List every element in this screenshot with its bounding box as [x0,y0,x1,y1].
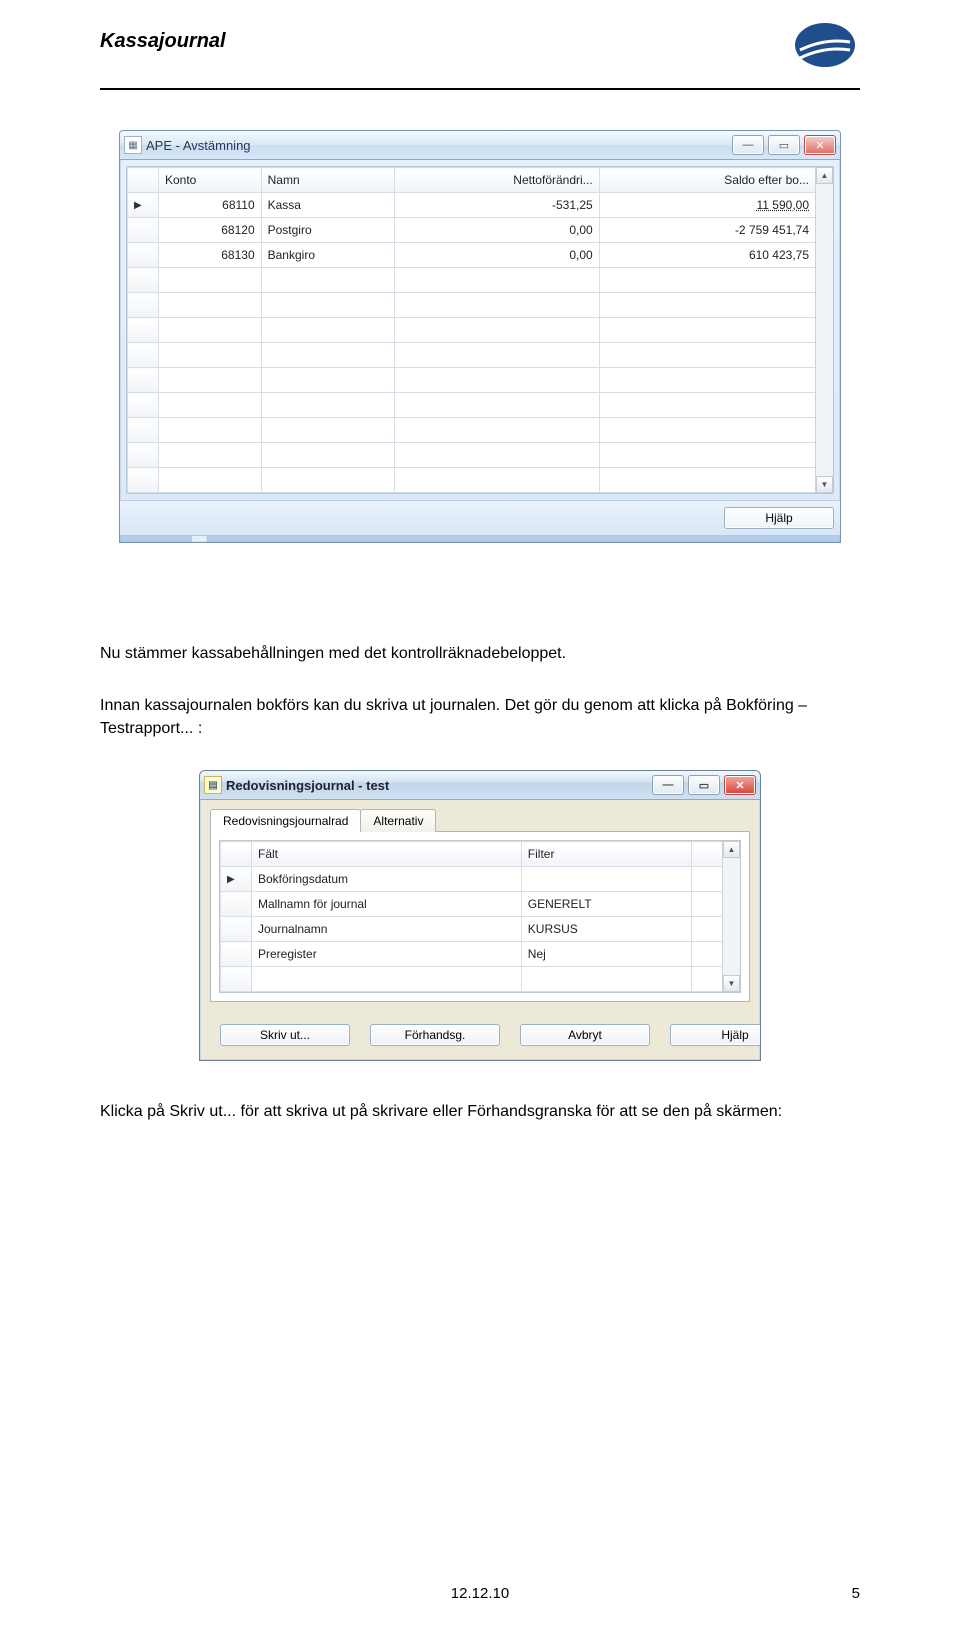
page-header: Kassajournal [100,30,860,90]
maximize-button[interactable]: ▭ [688,775,720,795]
help-button[interactable]: Hjälp [670,1024,761,1046]
col-saldo[interactable]: Saldo efter bo... [599,168,815,193]
col-spacer [692,842,723,867]
cell-saldo[interactable]: -2 759 451,74 [599,218,815,243]
col-netto[interactable]: Nettoförändri... [395,168,599,193]
tab-alternativ[interactable]: Alternativ [360,809,436,832]
page-footer: 12.12.10 5 [100,1585,860,1602]
table-row[interactable]: PreregisterNej [221,942,723,967]
scroll-up[interactable]: ▲ [816,167,833,184]
table-row[interactable]: ▶68110Kassa-531,2511 590,00 [128,193,816,218]
cell-konto[interactable]: 68110 [159,193,262,218]
scroll-down[interactable]: ▼ [816,476,833,493]
grid-icon: ▦ [124,136,142,154]
scroll-down[interactable]: ▼ [723,975,740,992]
table-row[interactable]: 68120Postgiro0,00-2 759 451,74 [128,218,816,243]
footer-pagenum: 5 [852,1585,860,1602]
close-button[interactable]: ✕ [804,135,836,155]
cell-saldo[interactable]: 610 423,75 [599,243,815,268]
rowhead-corner [221,842,252,867]
tab-redovisningsjournalrad[interactable]: Redovisningsjournalrad [210,809,361,832]
filter-table[interactable]: Fält Filter ▶BokföringsdatumMallnamn för… [220,841,723,992]
preview-button[interactable]: Förhandsg. [370,1024,500,1046]
logo-icon [790,20,860,70]
maximize-button[interactable]: ▭ [768,135,800,155]
cell-filter[interactable] [521,867,691,892]
scrollbar[interactable]: ▲ ▼ [815,167,833,493]
col-namn[interactable]: Namn [261,168,395,193]
window-avstamning: ▦ APE - Avstämning — ▭ ✕ Konto Namn Nett… [119,130,841,543]
cell-konto[interactable]: 68130 [159,243,262,268]
col-konto[interactable]: Konto [159,168,262,193]
scroll-up[interactable]: ▲ [723,841,740,858]
window-title: Redovisningsjournal - test [226,778,652,793]
cell-namn[interactable]: Kassa [261,193,395,218]
cell-netto[interactable]: -531,25 [395,193,599,218]
window-redovisningsjournal: ▤ Redovisningsjournal - test — ▭ ✕ Redov… [199,770,761,1061]
table-row[interactable] [128,268,816,293]
cell-konto[interactable]: 68120 [159,218,262,243]
table-row[interactable]: Mallnamn för journalGENERELT [221,892,723,917]
page-title: Kassajournal [100,30,226,53]
titlebar[interactable]: ▤ Redovisningsjournal - test — ▭ ✕ [200,771,760,800]
cell-falt[interactable]: Journalnamn [252,917,522,942]
table-row[interactable]: 68130Bankgiro0,00610 423,75 [128,243,816,268]
row-indicator [221,892,252,917]
col-filter[interactable]: Filter [521,842,691,867]
minimize-button[interactable]: — [732,135,764,155]
cell-namn[interactable]: Postgiro [261,218,395,243]
table-row[interactable] [128,293,816,318]
report-icon: ▤ [204,776,222,794]
paragraph-2: Innan kassajournalen bokförs kan du skri… [100,695,860,740]
statusbar [120,535,840,542]
help-button[interactable]: Hjälp [724,507,834,529]
table-row[interactable] [128,393,816,418]
table-row[interactable]: ▶Bokföringsdatum [221,867,723,892]
table-row[interactable] [128,443,816,468]
table-row[interactable] [128,343,816,368]
cell-falt[interactable]: Preregister [252,942,522,967]
row-indicator [128,243,159,268]
cell-falt[interactable]: Mallnamn för journal [252,892,522,917]
cell-filter[interactable]: Nej [521,942,691,967]
table-row[interactable] [128,318,816,343]
cell-falt[interactable]: Bokföringsdatum [252,867,522,892]
print-button[interactable]: Skriv ut... [220,1024,350,1046]
row-indicator [221,942,252,967]
cell-filter[interactable]: KURSUS [521,917,691,942]
tab-panel: Fält Filter ▶BokföringsdatumMallnamn för… [210,831,750,1002]
balance-table[interactable]: Konto Namn Nettoförändri... Saldo efter … [127,167,816,493]
table-row[interactable] [128,418,816,443]
cell-netto[interactable]: 0,00 [395,243,599,268]
cell-filter[interactable]: GENERELT [521,892,691,917]
cell-netto[interactable]: 0,00 [395,218,599,243]
paragraph-1: Nu stämmer kassabehållningen med det kon… [100,643,860,665]
row-indicator: ▶ [221,867,252,892]
close-button[interactable]: ✕ [724,775,756,795]
cell-saldo[interactable]: 11 590,00 [599,193,815,218]
cancel-button[interactable]: Avbryt [520,1024,650,1046]
cell-namn[interactable]: Bankgiro [261,243,395,268]
table-row[interactable] [128,468,816,493]
col-falt[interactable]: Fält [252,842,522,867]
minimize-button[interactable]: — [652,775,684,795]
window-title: APE - Avstämning [146,138,732,153]
row-indicator [128,218,159,243]
footer-date: 12.12.10 [451,1585,509,1602]
table-row[interactable] [128,368,816,393]
titlebar[interactable]: ▦ APE - Avstämning — ▭ ✕ [120,131,840,160]
paragraph-3: Klicka på Skriv ut... för att skriva ut … [100,1101,860,1123]
row-indicator: ▶ [128,193,159,218]
tab-strip: Redovisningsjournalrad Alternativ [210,808,750,831]
rowhead-corner [128,168,159,193]
table-row[interactable]: JournalnamnKURSUS [221,917,723,942]
row-indicator [221,917,252,942]
table-row[interactable] [221,967,723,992]
scrollbar[interactable]: ▲ ▼ [722,841,740,992]
